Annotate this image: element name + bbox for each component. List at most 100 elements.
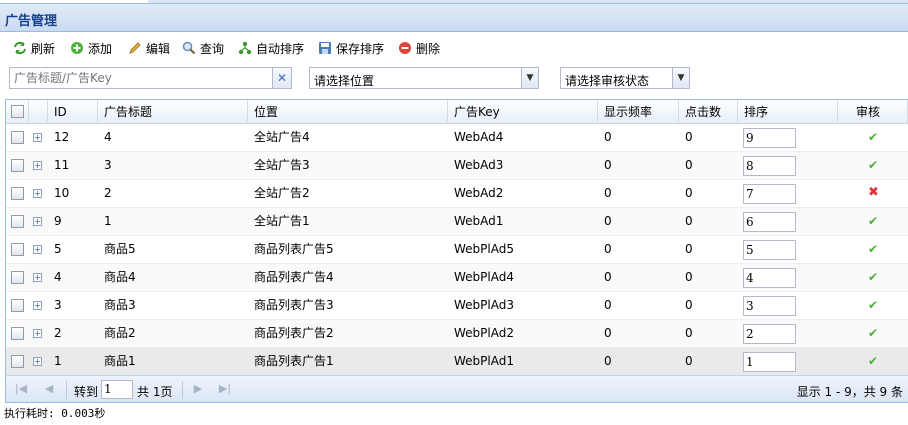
expand-row-icon[interactable]: + <box>33 245 42 254</box>
cell-position: 全站广告2 <box>254 186 310 200</box>
pencil-icon <box>127 40 143 56</box>
query-label: 查询 <box>200 41 225 56</box>
sort-order-input[interactable]: 6 <box>743 212 796 232</box>
col-header-sort[interactable]: 排序 <box>738 100 838 124</box>
table-row[interactable]: +2 商品2 商品列表广告2 WebPlAd2 0 0 2 ✔ <box>6 320 908 348</box>
cell-clicks: 0 <box>685 326 693 340</box>
col-header-key[interactable]: 广告Key <box>448 100 598 124</box>
check-icon[interactable]: ✔ <box>862 264 878 292</box>
paging-info: 显示 1 - 9，共 9 条 <box>796 385 903 399</box>
cell-title: 1 <box>104 214 112 228</box>
table-row[interactable]: +3 商品3 商品列表广告3 WebPlAd3 0 0 3 ✔ <box>6 292 908 320</box>
cell-key: WebAd4 <box>454 130 504 144</box>
cross-icon[interactable]: ✖ <box>862 180 879 208</box>
select-all-checkbox[interactable] <box>11 105 24 118</box>
next-page-icon[interactable]: ▶ <box>191 382 205 396</box>
check-icon[interactable]: ✔ <box>862 348 878 376</box>
expand-row-icon[interactable]: + <box>33 329 42 338</box>
cell-clicks: 0 <box>685 214 693 228</box>
sort-order-input[interactable]: 4 <box>743 268 796 288</box>
cell-id: 3 <box>54 298 62 312</box>
table-row[interactable]: +10 2 全站广告2 WebAd2 0 0 7 ✖ <box>6 180 908 208</box>
expand-row-icon[interactable]: + <box>33 189 42 198</box>
table-row[interactable]: +1 商品1 商品列表广告1 WebPlAd1 0 0 1 ✔ <box>6 348 908 376</box>
cell-title: 4 <box>104 130 112 144</box>
row-checkbox[interactable] <box>11 327 24 340</box>
table-row[interactable]: +11 3 全站广告3 WebAd3 0 0 8 ✔ <box>6 152 908 180</box>
cell-id: 2 <box>54 326 62 340</box>
add-button[interactable]: 添加 <box>69 39 112 57</box>
expand-row-icon[interactable]: + <box>33 301 42 310</box>
cell-id: 11 <box>54 158 70 172</box>
prev-page-icon[interactable]: ◀ <box>42 382 56 396</box>
row-checkbox[interactable] <box>11 299 24 312</box>
delete-button[interactable]: 删除 <box>397 39 440 57</box>
sort-order-input[interactable]: 3 <box>743 296 796 316</box>
clear-search-button[interactable]: ✕ <box>273 67 292 89</box>
expand-row-icon[interactable]: + <box>33 133 42 142</box>
col-header-position[interactable]: 位置 <box>248 100 448 124</box>
col-header-id[interactable]: ID <box>48 100 98 124</box>
expand-row-icon[interactable]: + <box>33 217 42 226</box>
last-page-icon[interactable]: ▶| <box>218 382 232 396</box>
row-checkbox[interactable] <box>11 215 24 228</box>
table-row[interactable]: +5 商品5 商品列表广告5 WebPlAd5 0 0 5 ✔ <box>6 236 908 264</box>
col-header-title[interactable]: 广告标题 <box>98 100 248 124</box>
cell-id: 9 <box>54 214 62 228</box>
check-icon[interactable]: ✔ <box>862 124 878 152</box>
refresh-button[interactable]: 刷新 <box>12 39 55 57</box>
save-sort-button[interactable]: 保存排序 <box>317 39 384 57</box>
page-number-input[interactable]: 1 <box>101 380 133 399</box>
row-checkbox[interactable] <box>11 187 24 200</box>
edit-label: 编辑 <box>146 41 171 56</box>
search-input[interactable] <box>9 67 273 89</box>
chevron-down-icon[interactable]: ▼ <box>521 68 538 88</box>
cell-title: 2 <box>104 186 112 200</box>
row-checkbox[interactable] <box>11 243 24 256</box>
check-icon[interactable]: ✔ <box>862 292 878 320</box>
row-checkbox[interactable] <box>11 355 24 368</box>
expand-row-icon[interactable]: + <box>33 357 42 366</box>
query-button[interactable]: 查询 <box>181 39 224 57</box>
cell-key: WebAd3 <box>454 158 504 172</box>
check-icon[interactable]: ✔ <box>862 236 878 264</box>
first-page-icon[interactable]: |◀ <box>14 382 28 396</box>
cell-freq: 0 <box>604 354 612 368</box>
col-header-clicks[interactable]: 点击数 <box>679 100 738 124</box>
sort-order-input[interactable]: 9 <box>743 128 796 148</box>
cell-id: 10 <box>54 186 70 200</box>
position-select[interactable]: 请选择位置 ▼ <box>309 67 539 89</box>
table-row[interactable]: +9 1 全站广告1 WebAd1 0 0 6 ✔ <box>6 208 908 236</box>
sort-order-input[interactable]: 8 <box>743 156 796 176</box>
expand-row-icon[interactable]: + <box>33 161 42 170</box>
row-checkbox[interactable] <box>11 271 24 284</box>
goto-label: 转到 <box>74 385 99 399</box>
check-icon[interactable]: ✔ <box>862 320 878 348</box>
close-icon: ✕ <box>276 71 288 85</box>
cell-freq: 0 <box>604 326 612 340</box>
refresh-label: 刷新 <box>31 41 56 56</box>
check-icon[interactable]: ✔ <box>862 208 878 236</box>
check-icon[interactable]: ✔ <box>862 152 878 180</box>
cell-title: 商品1 <box>104 354 136 368</box>
sort-order-input[interactable]: 2 <box>743 324 796 344</box>
auto-sort-button[interactable]: 自动排序 <box>237 39 304 57</box>
row-checkbox[interactable] <box>11 131 24 144</box>
sort-order-input[interactable]: 5 <box>743 240 796 260</box>
table-row[interactable]: +12 4 全站广告4 WebAd4 0 0 9 ✔ <box>6 124 908 152</box>
panel-header: 广告管理 <box>0 4 908 32</box>
chevron-down-icon[interactable]: ▼ <box>672 68 689 88</box>
expand-row-icon[interactable]: + <box>33 273 42 282</box>
col-header-review[interactable]: 审核 <box>838 100 908 124</box>
cell-clicks: 0 <box>685 130 693 144</box>
edit-button[interactable]: 编辑 <box>127 39 170 57</box>
row-checkbox[interactable] <box>11 159 24 172</box>
col-header-frequency[interactable]: 显示频率 <box>598 100 679 124</box>
execution-time: 执行耗时: 0.003秒 <box>4 407 106 420</box>
cell-position: 商品列表广告1 <box>254 354 334 368</box>
sort-order-input[interactable]: 1 <box>743 352 796 372</box>
sort-order-input[interactable]: 7 <box>743 184 796 204</box>
review-status-select[interactable]: 请选择审核状态 ▼ <box>560 67 690 89</box>
table-row[interactable]: +4 商品4 商品列表广告4 WebPlAd4 0 0 4 ✔ <box>6 264 908 292</box>
auto-sort-label: 自动排序 <box>256 41 305 56</box>
